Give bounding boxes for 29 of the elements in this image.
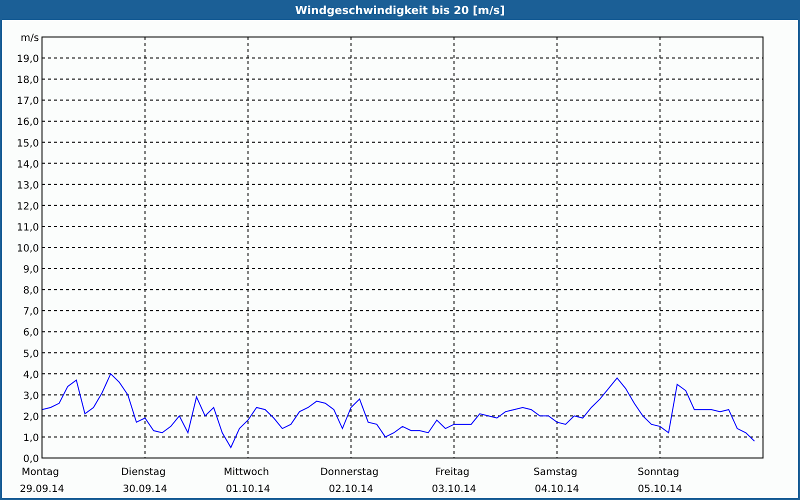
y-tick-label: 17,0 xyxy=(16,96,39,108)
y-tick-label: 9,0 xyxy=(23,264,39,276)
y-tick-label: 15,0 xyxy=(16,138,39,150)
x-tick-label: Mittwoch 01.10.14 xyxy=(224,467,270,495)
y-tick-label: 12,0 xyxy=(16,201,39,212)
y-tick-label: 1,0 xyxy=(23,432,39,444)
y-tick-label: 8,0 xyxy=(23,286,39,297)
y-tick-label: 11,0 xyxy=(16,222,39,234)
x-tick-label: Dienstag 30.09.14 xyxy=(121,467,168,495)
y-tick-label: 18,0 xyxy=(16,75,39,86)
y-tick-label: 5,0 xyxy=(23,348,39,360)
y-tick-label: 14,0 xyxy=(16,159,39,170)
window-title: Windgeschwindigkeit bis 20 [m/s] xyxy=(295,4,505,16)
y-tick-label: 3,0 xyxy=(23,390,39,402)
x-tick-label: Sonntag 05.10.14 xyxy=(638,467,682,495)
y-tick-label: 0,0 xyxy=(23,454,39,465)
y-tick-label: 6,0 xyxy=(23,328,39,339)
y-tick-label: 4,0 xyxy=(23,370,39,381)
x-tick-label: Samstag 04.10.14 xyxy=(534,467,580,495)
y-tick-label: 19,0 xyxy=(16,54,39,66)
x-tick-label: Freitag 03.10.14 xyxy=(432,467,476,495)
y-tick-label: 10,0 xyxy=(16,244,39,254)
y-tick-label: 7,0 xyxy=(23,306,39,318)
y-tick-label: 16,0 xyxy=(16,117,39,128)
x-tick-label: Donnerstag 02.10.14 xyxy=(320,467,379,495)
y-axis-unit-label: m/s xyxy=(20,33,39,44)
y-tick-label: 13,0 xyxy=(16,180,39,192)
x-tick-label: Montag 29.09.14 xyxy=(20,467,64,495)
y-tick-label: 2,0 xyxy=(23,412,39,423)
